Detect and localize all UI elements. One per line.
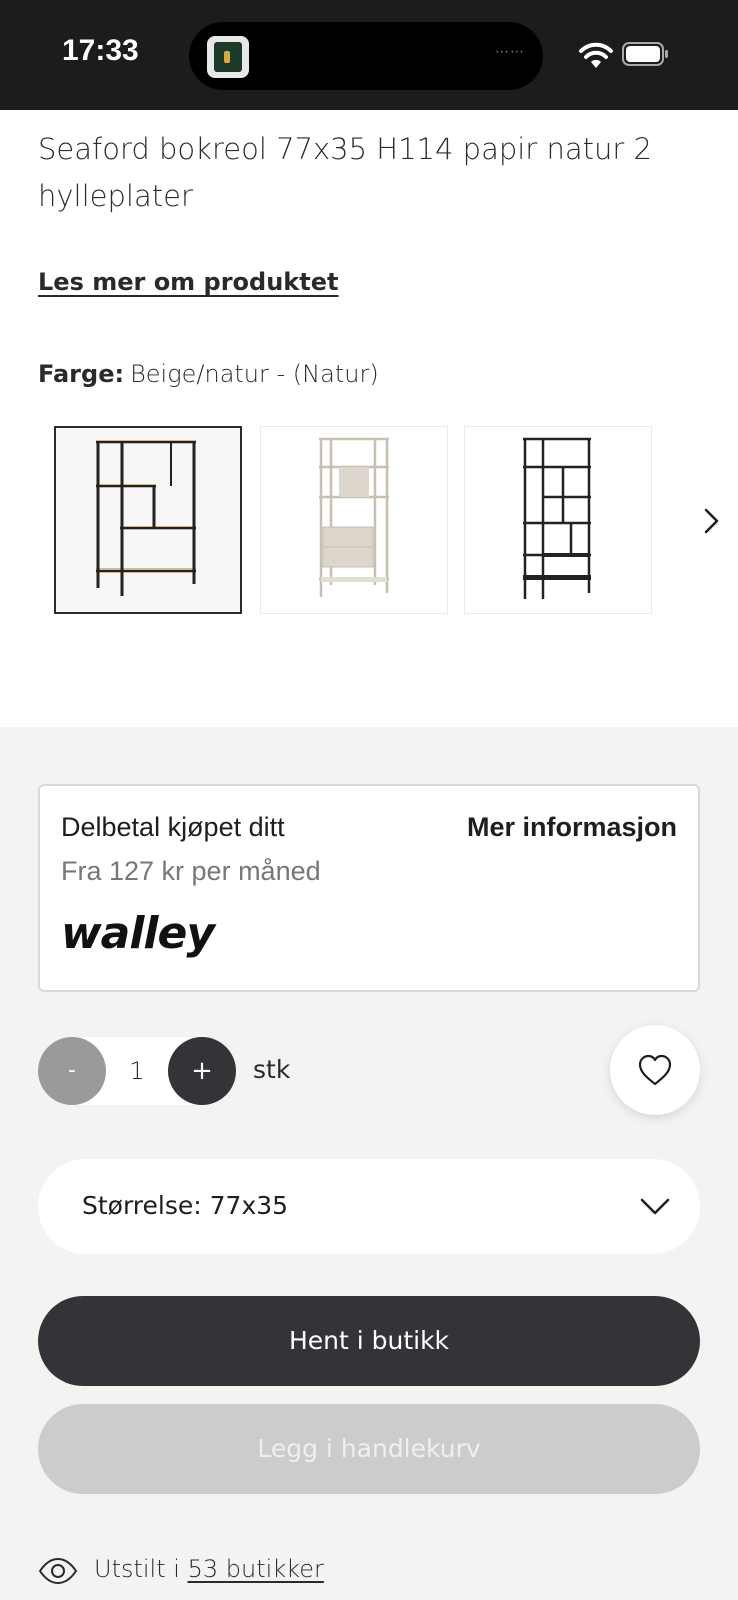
- heart-icon: [638, 1054, 672, 1086]
- quantity-stepper: - +: [38, 1037, 236, 1105]
- financing-box: Delbetal kjøpet ditt Mer informasjon Fra…: [38, 784, 700, 992]
- battery-icon: [622, 42, 668, 66]
- color-row: Farge: Beige/natur - (Natur): [38, 360, 379, 388]
- swatch-black[interactable]: [464, 426, 652, 614]
- chevron-right-icon[interactable]: [694, 504, 728, 538]
- wifi-icon: [579, 42, 613, 68]
- eye-icon: [38, 1557, 78, 1585]
- more-info-link[interactable]: Mer informasjon: [467, 812, 677, 843]
- shelf-black-image: [523, 437, 591, 599]
- shelf-beige-drawers-image: [319, 437, 389, 597]
- color-value: Beige/natur - (Natur): [130, 360, 379, 388]
- financing-title: Delbetal kjøpet ditt: [61, 812, 285, 842]
- color-swatches: [54, 426, 738, 614]
- status-bar: 17:33 ⋯⋯: [0, 0, 738, 110]
- pickup-in-store-button[interactable]: Hent i butikk: [38, 1296, 700, 1386]
- favorite-button[interactable]: [610, 1025, 700, 1115]
- swatch-beige-natur[interactable]: [54, 426, 242, 614]
- status-time: 17:33: [62, 34, 139, 67]
- dynamic-island: ⋯⋯: [189, 22, 543, 90]
- island-dots: ⋯⋯: [495, 44, 525, 60]
- stores-link[interactable]: 53 butikker: [188, 1555, 324, 1583]
- color-label: Farge:: [38, 360, 125, 388]
- chevron-down-icon: [640, 1198, 670, 1215]
- read-more-link[interactable]: Les mer om produktet: [38, 268, 339, 296]
- app-icon: [207, 36, 249, 78]
- decrease-button[interactable]: -: [38, 1037, 106, 1105]
- shelf-black-natural-image: [96, 440, 196, 596]
- size-label: Størrelse: 77x35: [82, 1191, 289, 1220]
- financing-subtitle: Fra 127 kr per måned: [61, 856, 321, 886]
- product-title: Seaford bokreol 77x35 H114 papir natur 2…: [38, 132, 652, 213]
- exhibited-prefix: Utstilt i: [94, 1555, 180, 1583]
- walley-logo: walley: [61, 908, 215, 959]
- add-to-cart-button[interactable]: Legg i handlekurv: [38, 1404, 700, 1494]
- size-select[interactable]: Størrelse: 77x35: [38, 1159, 700, 1254]
- increase-button[interactable]: +: [168, 1037, 236, 1105]
- swatch-beige-drawers[interactable]: [260, 426, 448, 614]
- quantity-unit: stk: [253, 1055, 291, 1084]
- quantity-input[interactable]: [106, 1037, 168, 1105]
- product-info-section: Seaford bokreol 77x35 H114 papir natur 2…: [0, 110, 738, 727]
